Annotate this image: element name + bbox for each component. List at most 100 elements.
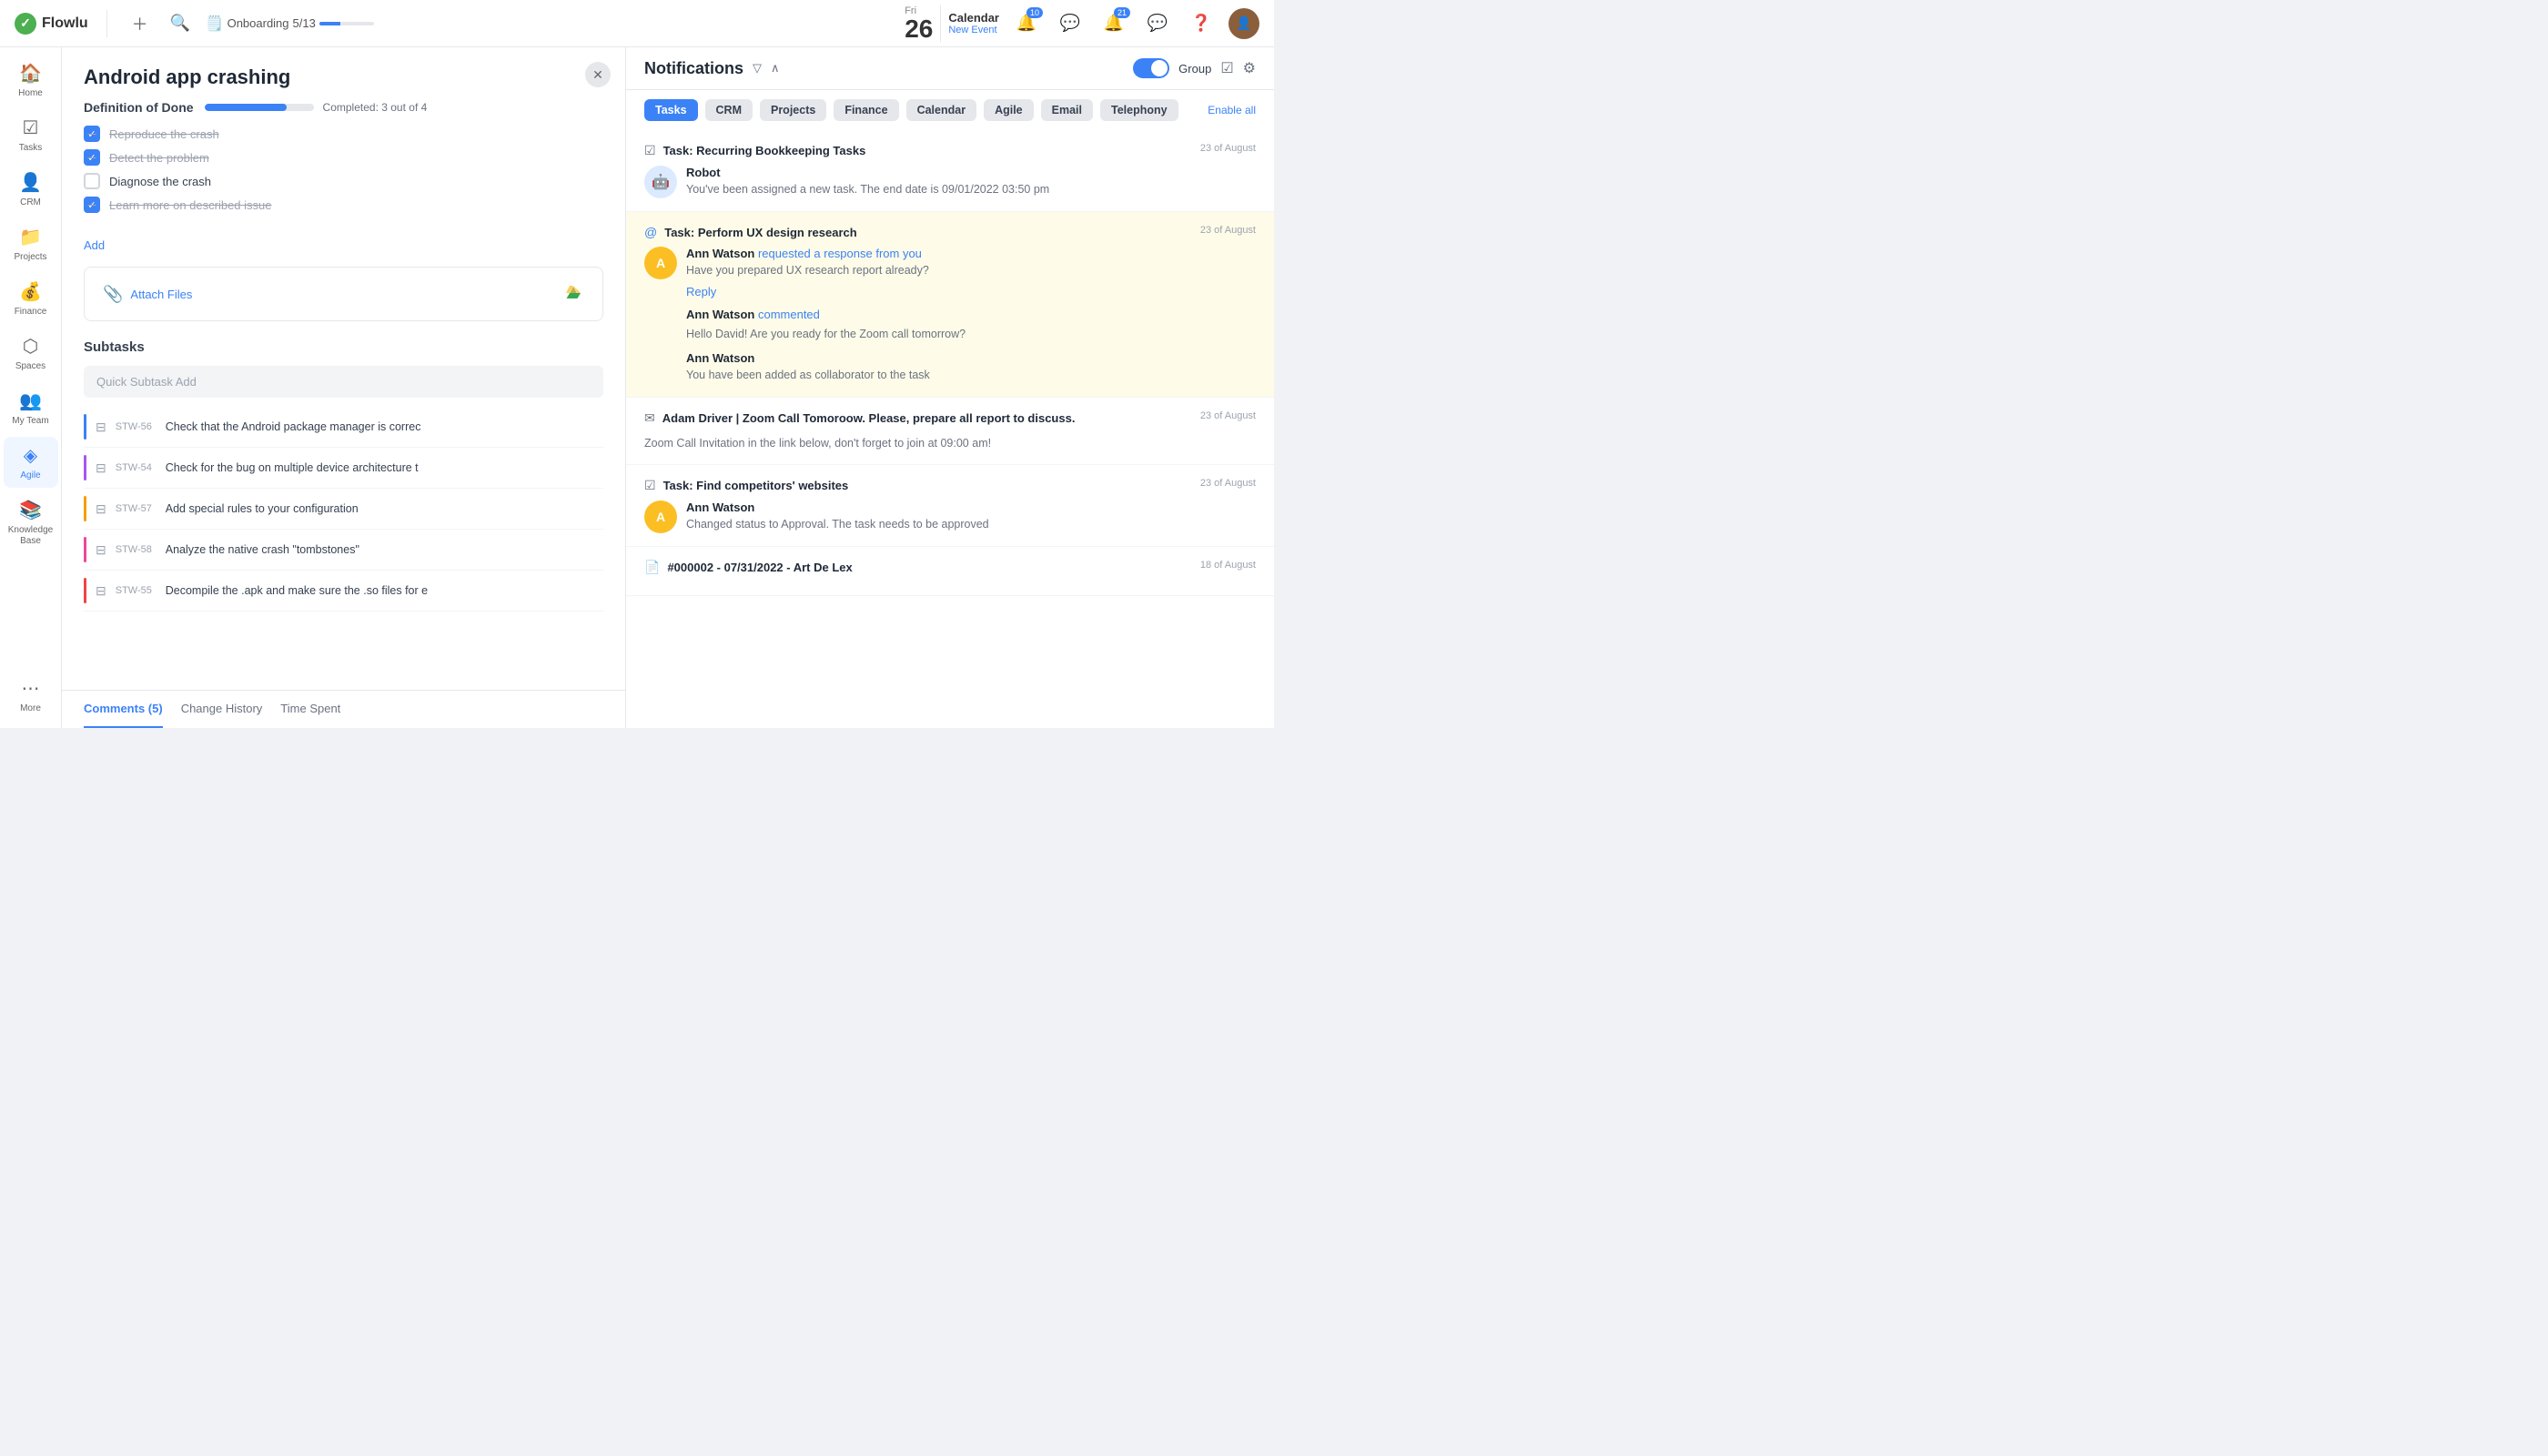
- def-header: Definition of Done Completed: 3 out of 4: [84, 100, 603, 115]
- more-icon: ⋯: [22, 677, 40, 700]
- subtask-icon-1: ⊟: [96, 420, 106, 435]
- filter-tab-calendar[interactable]: Calendar: [906, 99, 977, 121]
- subtask-item-5[interactable]: ⊟ STW-55 Decompile the .apk and make sur…: [84, 571, 603, 612]
- sidebar-item-projects[interactable]: 📁 Projects: [4, 218, 58, 269]
- filter-tab-finance[interactable]: Finance: [834, 99, 898, 121]
- reply-button[interactable]: Reply: [686, 285, 716, 298]
- subtask-item-4[interactable]: ⊟ STW-58 Analyze the native crash "tombs…: [84, 530, 603, 571]
- sidebar-item-agile[interactable]: ◈ Agile: [4, 437, 58, 488]
- sidebar-label-crm: CRM: [20, 197, 41, 207]
- ann-sub-text-1: Hello David! Are you ready for the Zoom …: [686, 327, 1256, 343]
- user-avatar[interactable]: 👤: [1228, 8, 1259, 39]
- notif-item-1-title: Task: Recurring Bookkeeping Tasks: [663, 144, 866, 157]
- tasks-icon: ☑: [23, 116, 39, 139]
- sidebar: 🏠 Home ☑ Tasks 👤 CRM 📁 Projects 💰 Financ…: [0, 47, 62, 728]
- close-task-button[interactable]: ✕: [585, 62, 611, 87]
- logo[interactable]: ✓ Flowlu: [15, 13, 88, 35]
- search-button[interactable]: 🔍: [166, 9, 195, 38]
- filter-tab-telephony[interactable]: Telephony: [1100, 99, 1178, 121]
- notification-icon-btn[interactable]: 🔔 21: [1097, 7, 1130, 40]
- help-icon-btn[interactable]: ❓: [1185, 7, 1218, 40]
- notif-item-4-header: ☑ Task: Find competitors' websites 23 of…: [644, 478, 1256, 493]
- onboarding-bar: [319, 22, 374, 25]
- attach-icon: 📎: [103, 285, 123, 304]
- group-toggle[interactable]: [1133, 58, 1169, 78]
- notif-check-1[interactable]: ☑: [644, 143, 656, 158]
- sidebar-item-spaces[interactable]: ⬡ Spaces: [4, 328, 58, 379]
- sidebar-item-crm[interactable]: 👤 CRM: [4, 164, 58, 215]
- subtask-text-4: Analyze the native crash "tombstones": [166, 543, 359, 556]
- ann-sub-user-2: Ann Watson: [686, 351, 754, 365]
- calendar-info: Fri 26 Calendar New Event: [905, 5, 999, 42]
- checkbox-3[interactable]: [84, 173, 100, 189]
- subtask-text-2: Check for the bug on multiple device arc…: [166, 461, 419, 474]
- onboarding-tag[interactable]: 🗒️ Onboarding 5/13: [206, 15, 374, 33]
- subtask-item-1[interactable]: ⊟ STW-56 Check that the Android package …: [84, 407, 603, 448]
- notif-item-3-body: Zoom Call Invitation in the link below, …: [644, 433, 1256, 452]
- tab-history[interactable]: Change History: [181, 691, 263, 728]
- layout: 🏠 Home ☑ Tasks 👤 CRM 📁 Projects 💰 Financ…: [0, 47, 1274, 728]
- subtask-list: ⊟ STW-56 Check that the Android package …: [84, 407, 603, 612]
- logo-icon: ✓: [15, 13, 36, 35]
- checkbox-4[interactable]: ✓: [84, 197, 100, 213]
- check-label-1: Reproduce the crash: [109, 127, 219, 141]
- subtask-item-2[interactable]: ⊟ STW-54 Check for the bug on multiple d…: [84, 448, 603, 489]
- tab-timespent-label: Time Spent: [280, 702, 340, 715]
- sort-icon[interactable]: ∧: [771, 61, 780, 76]
- quick-add[interactable]: Quick Subtask Add: [84, 366, 603, 398]
- subtask-item-3[interactable]: ⊟ STW-57 Add special rules to your confi…: [84, 489, 603, 530]
- sidebar-item-myteam[interactable]: 👥 My Team: [4, 382, 58, 433]
- sidebar-item-tasks[interactable]: ☑ Tasks: [4, 109, 58, 160]
- filter-icon[interactable]: ▽: [753, 61, 762, 76]
- subtask-text-3: Add special rules to your configuration: [166, 502, 359, 515]
- checkbox-1[interactable]: ✓: [84, 126, 100, 142]
- sidebar-label-more: More: [20, 703, 41, 713]
- sidebar-item-finance[interactable]: 💰 Finance: [4, 273, 58, 324]
- gear-icon[interactable]: ⚙: [1243, 59, 1256, 77]
- progress-text: Completed: 3 out of 4: [323, 101, 428, 114]
- tab-timespent[interactable]: Time Spent: [280, 691, 340, 728]
- message-icon-btn[interactable]: 💬: [1054, 7, 1087, 40]
- filter-tab-crm[interactable]: CRM: [705, 99, 753, 121]
- knowledge-icon: 📚: [19, 499, 42, 521]
- cal-sub[interactable]: New Event: [948, 25, 999, 35]
- notif-header-right: Group ☑ ⚙: [1133, 58, 1256, 78]
- subtasks-title: Subtasks: [84, 339, 603, 355]
- settings-icon[interactable]: ☑: [1220, 59, 1233, 77]
- chat-icon-btn[interactable]: 💬: [1141, 7, 1174, 40]
- notif-item-2-date: 23 of August: [1200, 225, 1256, 236]
- subtask-bar-5: [84, 578, 86, 603]
- task-title: Android app crashing: [84, 66, 603, 89]
- sidebar-item-more[interactable]: ⋯ More: [4, 670, 58, 721]
- enable-all-link[interactable]: Enable all: [1208, 104, 1256, 116]
- app-name: Flowlu: [42, 15, 88, 32]
- notif-item-3: ✉ Adam Driver | Zoom Call Tomoroow. Plea…: [626, 398, 1274, 466]
- filter-tab-agile[interactable]: Agile: [984, 99, 1034, 121]
- filter-tab-projects[interactable]: Projects: [760, 99, 826, 121]
- sidebar-label-agile: Agile: [20, 470, 40, 480]
- notif-item-5-date: 18 of August: [1200, 560, 1256, 571]
- topbar-sep-1: [106, 10, 107, 37]
- filter-tab-email[interactable]: Email: [1041, 99, 1093, 121]
- notif-item-1-user: Robot: [686, 166, 721, 179]
- sidebar-item-knowledge[interactable]: 📚 Knowledge Base: [4, 491, 58, 554]
- notif-check-4[interactable]: ☑: [644, 478, 656, 493]
- add-link[interactable]: Add: [62, 238, 625, 252]
- subtask-icon-2: ⊟: [96, 460, 106, 476]
- progress-fill: [205, 104, 287, 111]
- tab-comments[interactable]: Comments (5): [84, 691, 163, 728]
- subtask-icon-4: ⊟: [96, 542, 106, 558]
- notif-item-3-date: 23 of August: [1200, 410, 1256, 421]
- bell-icon-btn[interactable]: 🔔 10: [1010, 7, 1043, 40]
- notif-item-4-title: Task: Find competitors' websites: [663, 479, 849, 492]
- add-button[interactable]: ＋: [126, 9, 155, 38]
- sidebar-item-home[interactable]: 🏠 Home: [4, 55, 58, 106]
- subtask-bar-1: [84, 414, 86, 440]
- filter-tab-tasks[interactable]: Tasks: [644, 99, 698, 121]
- notif-item-4-user: Ann Watson: [686, 500, 754, 514]
- ann-avatar-2: A: [644, 500, 677, 533]
- checkbox-2[interactable]: ✓: [84, 149, 100, 166]
- filter-tabs: Tasks CRM Projects Finance Calendar Agil…: [626, 90, 1274, 130]
- notif-item-2-user: Ann Watson: [686, 247, 754, 260]
- attach-box[interactable]: 📎 Attach Files: [84, 267, 603, 321]
